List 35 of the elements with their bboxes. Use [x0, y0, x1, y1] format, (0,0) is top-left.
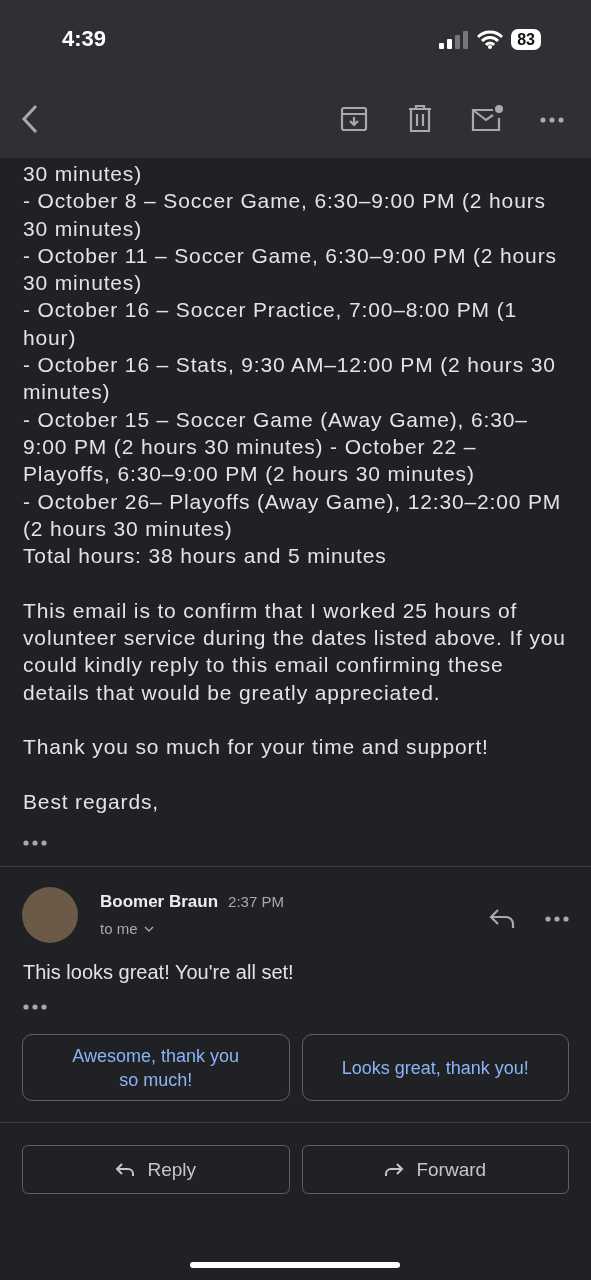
email-paragraph: This email is to confirm that I worked 25 hours of volunteer service during the dates listed above. If you could kindly reply to this email confirming these details that would be greatly appreciated. [23, 597, 567, 706]
email-paragraph: Thank you so much for your time and support! [23, 734, 490, 761]
forward-button[interactable]: Forward [301, 1145, 569, 1195]
smart-reply-button[interactable]: Awesome, thank you so much! [22, 1034, 290, 1102]
reply-icon[interactable] [489, 908, 515, 931]
smart-reply-button[interactable]: Looks great, thank you! [301, 1034, 569, 1102]
wifi-icon [477, 30, 504, 49]
email-line: - October 8 – Soccer Game, 6:30–9:00 PM (2 hours 30 minutes) [23, 188, 547, 242]
trash-icon[interactable] [408, 105, 432, 133]
forward-icon [384, 1161, 405, 1178]
archive-icon[interactable] [340, 106, 368, 132]
message-time: 2:37 PM [228, 893, 284, 911]
show-more-icon[interactable] [23, 840, 47, 847]
signal-icon [439, 30, 470, 49]
chevron-down-icon[interactable] [143, 925, 154, 932]
email-paragraph: Best regards, [23, 788, 160, 815]
email-line: 30 minutes) [23, 161, 144, 187]
email-line: Total hours: 38 hours and 5 minutes [23, 543, 388, 570]
sender-name: Boomer Braun [100, 892, 219, 913]
email-line: - October 26– Playoffs (Away Game), 12:30–2:00 PM (2 hours 30 minutes) [23, 488, 563, 542]
email-line: - October 16 – Stats, 9:30 AM–12:00 PM (2 hours 30 minutes) [23, 352, 557, 406]
email-line: - October 16 – Soccer Practice, 7:00–8:00 PM (1 hour) [23, 297, 518, 351]
reply-button[interactable]: Reply [22, 1145, 290, 1195]
more-icon[interactable] [540, 117, 564, 123]
email-line: - October 15 – Soccer Game (Away Game), 6:30–9:00 PM (2 hours 30 minutes) - October 22 – Playoffs, 6:30–9:00 PM (2 hours 30 minutes) [23, 406, 529, 488]
recipient-label[interactable]: to me [100, 920, 138, 938]
more-icon[interactable] [545, 916, 569, 923]
back-icon[interactable] [20, 104, 40, 134]
reply-icon [115, 1161, 136, 1178]
clock: 4:39 [62, 26, 107, 52]
email-line: - October 11 – Soccer Game, 6:30–9:00 PM (2 hours 30 minutes) [23, 242, 558, 297]
show-more-icon[interactable] [23, 1004, 47, 1011]
battery-level: 83 [511, 29, 541, 50]
email-paragraph: This looks great! You're all set! [22, 960, 295, 985]
mail-icon[interactable] [471, 104, 503, 132]
